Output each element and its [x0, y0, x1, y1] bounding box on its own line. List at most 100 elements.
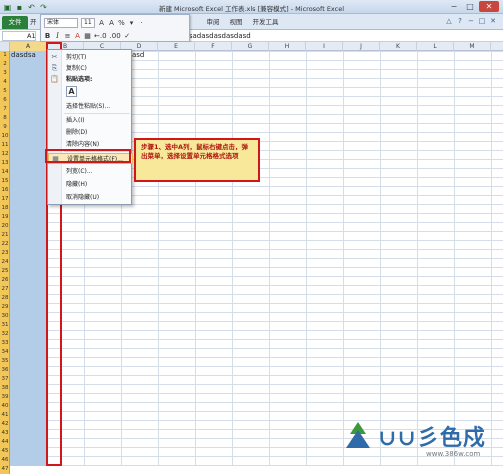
font-size-select[interactable]: 11 [81, 18, 95, 28]
row-header[interactable]: 47 [0, 465, 10, 474]
row-header[interactable]: 37 [0, 375, 10, 384]
row-header[interactable]: 12 [0, 150, 10, 159]
help-icon[interactable]: ? [456, 17, 464, 25]
column-header-m[interactable]: M [454, 42, 491, 51]
row-header[interactable]: 5 [0, 87, 10, 96]
row-header[interactable]: 32 [0, 330, 10, 339]
row-header[interactable]: 23 [0, 249, 10, 258]
shrink-font-icon[interactable]: A [108, 18, 115, 28]
menu-item-hide[interactable]: 隐藏(H) [48, 179, 133, 190]
fill-color-icon[interactable]: A [74, 31, 81, 41]
row-header[interactable]: 9 [0, 123, 10, 132]
menu-item-insert[interactable]: 插入(I) [48, 115, 133, 126]
menu-item-delete[interactable]: 删除(D) [48, 127, 133, 138]
row-header[interactable]: 38 [0, 384, 10, 393]
select-all-corner[interactable] [0, 42, 10, 51]
column-header-j[interactable]: J [343, 42, 380, 51]
menu-item-unhide[interactable]: 取消隐藏(U) [48, 192, 133, 203]
increase-decimal-icon[interactable]: ←.0 [94, 31, 107, 41]
row-header[interactable]: 36 [0, 366, 10, 375]
row-header[interactable]: 31 [0, 321, 10, 330]
row-header[interactable]: 44 [0, 438, 10, 447]
row-header[interactable]: 11 [0, 141, 10, 150]
selected-column-a[interactable] [10, 51, 47, 466]
row-header[interactable]: 22 [0, 240, 10, 249]
row-header[interactable]: 7 [0, 105, 10, 114]
row-header[interactable]: 24 [0, 258, 10, 267]
mini-toolbar-row2: B I ≡ A ▦ ←.0 .00 ✓ [44, 30, 131, 42]
row-header[interactable]: 27 [0, 285, 10, 294]
cell-a1[interactable]: dasdsa [11, 51, 36, 60]
row-header[interactable]: 14 [0, 168, 10, 177]
maximize-button[interactable]: □ [463, 1, 477, 12]
font-name-select[interactable]: 宋体 [44, 18, 78, 28]
paste-values-button[interactable]: A [66, 86, 77, 97]
format-painter-icon[interactable]: ✓ [124, 31, 131, 41]
workbook-minimize-icon[interactable]: − [467, 17, 475, 25]
menu-item-copy[interactable]: ⎘ 复制(C) [48, 63, 133, 74]
ribbon-collapse-icon[interactable]: △ [445, 17, 453, 25]
tab-view[interactable]: 视图 [230, 17, 243, 28]
row-header[interactable]: 19 [0, 213, 10, 222]
tab-review[interactable]: 审阅 [207, 17, 220, 28]
row-header[interactable]: 8 [0, 114, 10, 123]
row-header[interactable]: 45 [0, 447, 10, 456]
row-header[interactable]: 10 [0, 132, 10, 141]
name-box[interactable]: A1 [2, 31, 36, 41]
row-header[interactable]: 28 [0, 294, 10, 303]
workbook-close-icon[interactable]: ✕ [489, 17, 497, 25]
row-header[interactable]: 39 [0, 393, 10, 402]
row-header[interactable]: 15 [0, 177, 10, 186]
column-header-e[interactable]: E [158, 42, 195, 51]
bold-button[interactable]: B [44, 31, 51, 41]
column-header-g[interactable]: G [232, 42, 269, 51]
comma-style-icon[interactable]: · [138, 18, 145, 28]
italic-button[interactable]: I [54, 31, 61, 41]
tab-file[interactable]: 文件 [2, 16, 28, 29]
grow-font-icon[interactable]: A [98, 18, 105, 28]
tab-developer[interactable]: 开发工具 [253, 17, 279, 28]
row-header[interactable]: 1 [0, 51, 10, 60]
row-header[interactable]: 43 [0, 429, 10, 438]
row-header[interactable]: 16 [0, 186, 10, 195]
menu-item-cut[interactable]: ✂ 剪切(T) [48, 52, 133, 63]
align-center-icon[interactable]: ≡ [64, 31, 71, 41]
row-header[interactable]: 34 [0, 348, 10, 357]
row-header[interactable]: 4 [0, 78, 10, 87]
minimize-button[interactable]: − [447, 1, 461, 12]
row-header[interactable]: 17 [0, 195, 10, 204]
row-header[interactable]: 6 [0, 96, 10, 105]
row-header[interactable]: 26 [0, 276, 10, 285]
row-header[interactable]: 41 [0, 411, 10, 420]
column-header-f[interactable]: F [195, 42, 232, 51]
percent-style-icon[interactable]: % [118, 18, 125, 28]
column-header-h[interactable]: H [269, 42, 306, 51]
column-header-a[interactable]: A [10, 42, 47, 51]
row-header[interactable]: 18 [0, 204, 10, 213]
row-header[interactable]: 35 [0, 357, 10, 366]
column-header-l[interactable]: L [417, 42, 454, 51]
menu-item-column-width[interactable]: 列宽(C)... [48, 166, 133, 177]
decrease-decimal-icon[interactable]: .00 [110, 31, 121, 41]
workbook-restore-icon[interactable]: □ [478, 17, 486, 25]
row-header[interactable]: 13 [0, 159, 10, 168]
row-header[interactable]: 40 [0, 402, 10, 411]
column-header-i[interactable]: I [306, 42, 343, 51]
row-header[interactable]: 46 [0, 456, 10, 465]
tab-start[interactable]: 开 [30, 17, 37, 28]
row-header[interactable]: 20 [0, 222, 10, 231]
row-header[interactable]: 2 [0, 60, 10, 69]
column-header-k[interactable]: K [380, 42, 417, 51]
row-header[interactable]: 21 [0, 231, 10, 240]
row-header[interactable]: 42 [0, 420, 10, 429]
row-header[interactable]: 25 [0, 267, 10, 276]
menu-item-paste-special[interactable]: 选择性粘贴(S)... [48, 101, 133, 112]
close-button[interactable]: ✕ [479, 1, 499, 12]
borders-icon[interactable]: ▦ [84, 31, 91, 41]
row-header[interactable]: 30 [0, 312, 10, 321]
dropdown-icon[interactable]: ▾ [128, 18, 135, 28]
row-header[interactable]: 3 [0, 69, 10, 78]
menu-separator [64, 113, 130, 114]
row-header[interactable]: 33 [0, 339, 10, 348]
row-header[interactable]: 29 [0, 303, 10, 312]
